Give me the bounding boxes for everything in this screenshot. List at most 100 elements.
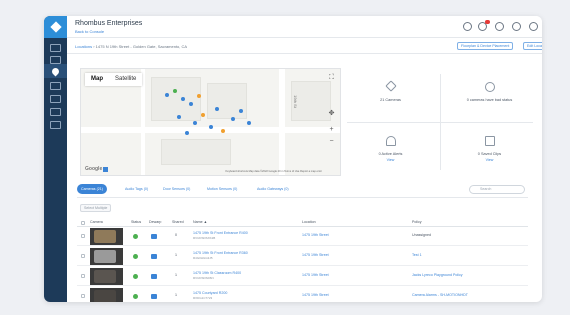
status-ok-icon: [133, 294, 138, 299]
table-row[interactable]: 0 1475 19th St Front Entrance R400 RVUDS…: [77, 227, 528, 246]
camera-thumbnail[interactable]: [90, 228, 123, 245]
search-input[interactable]: Search: [469, 185, 525, 194]
search-icon[interactable]: [463, 22, 472, 31]
view-alerts-link[interactable]: View: [341, 158, 440, 162]
stat-label: 0 Active Alerts: [378, 152, 403, 156]
camera-thumbnail[interactable]: [90, 268, 123, 285]
access-icon[interactable]: [50, 108, 61, 116]
camera-policy-link[interactable]: Jacks Lyreco Playground Policy: [412, 273, 463, 277]
table-row[interactable]: 1 1475 19th St Front Entrance R360 R4G0H…: [77, 247, 528, 266]
dashboard-icon[interactable]: [50, 44, 61, 52]
column-policy[interactable]: Policy: [412, 220, 422, 224]
map-person-icon[interactable]: [103, 167, 108, 172]
camera-location-link[interactable]: 1475 19th Street: [302, 293, 329, 297]
dewarp-icon[interactable]: [151, 234, 157, 239]
column-shared[interactable]: Shared: [172, 220, 184, 224]
dewarp-icon[interactable]: [151, 294, 157, 299]
diamond-icon: [385, 80, 397, 92]
camera-name-link[interactable]: 1475 Courtyard R200: [193, 291, 227, 295]
stat-label: 0 cameras have bad status: [466, 98, 513, 102]
camera-marker[interactable]: [201, 113, 205, 117]
view-clips-link[interactable]: View: [440, 158, 539, 162]
tab-cameras[interactable]: Cameras (21): [77, 184, 107, 194]
rhombus-logo[interactable]: [44, 16, 67, 38]
select-all-checkbox[interactable]: [81, 221, 85, 225]
dewarp-icon[interactable]: [151, 274, 157, 279]
org-title: Rhombus Enterprises: [75, 20, 143, 27]
camera-marker[interactable]: [185, 131, 189, 135]
camera-marker[interactable]: [181, 97, 185, 101]
camera-location-link[interactable]: 1475 19th Street: [302, 233, 329, 237]
camera-marker[interactable]: [247, 121, 251, 125]
breadcrumb-locations-link[interactable]: Locations: [75, 44, 92, 49]
bell-icon[interactable]: [478, 20, 490, 31]
zoom-out-button[interactable]: −: [327, 137, 336, 146]
breadcrumb: Locations › 1475 N 19th Street - Golden …: [75, 44, 187, 49]
camera-marker[interactable]: [209, 125, 213, 129]
table-row[interactable]: 1 1475 19th St Classroom R400 RVUDSDSD6N…: [77, 267, 528, 286]
camera-marker[interactable]: [215, 107, 219, 111]
reports-icon[interactable]: [50, 95, 61, 103]
camera-marker[interactable]: [177, 115, 181, 119]
camera-name-link[interactable]: 1475 19th St Front Entrance R400: [193, 231, 248, 235]
table-row[interactable]: 1 1475 Courtyard R200 RXDG1C7723 1475 19…: [77, 287, 528, 302]
user-avatar-icon[interactable]: [529, 22, 538, 31]
column-status[interactable]: Status: [131, 220, 141, 224]
camera-marker[interactable]: [197, 94, 201, 98]
map-building: [151, 77, 201, 121]
support-icon[interactable]: [512, 22, 521, 31]
camera-marker[interactable]: [231, 117, 235, 121]
tab-motion-sensors[interactable]: Motion Sensors (0): [207, 184, 237, 194]
devices-icon[interactable]: [50, 82, 61, 90]
dewarp-icon[interactable]: [151, 254, 157, 259]
floorplan-button[interactable]: Floorplan & Device Placement: [457, 42, 514, 50]
help-icon[interactable]: [495, 22, 504, 31]
camera-thumbnail[interactable]: [90, 248, 123, 265]
top-bar: Rhombus Enterprises Back to Console: [67, 16, 542, 38]
camera-policy-link[interactable]: Test 1: [412, 253, 422, 257]
tab-audio-gateways[interactable]: Audio Gateways (0): [257, 184, 289, 194]
row-checkbox[interactable]: [81, 234, 85, 238]
column-dewarp[interactable]: Dewarp: [149, 220, 161, 224]
camera-location-link[interactable]: 1475 19th Street: [302, 273, 329, 277]
google-logo: Google: [85, 166, 103, 172]
camera-marker[interactable]: [173, 89, 177, 93]
zoom-in-button[interactable]: +: [327, 125, 336, 134]
camera-name-link[interactable]: 1475 19th St Front Entrance R360: [193, 251, 248, 255]
row-checkbox[interactable]: [81, 274, 85, 278]
camera-policy-link[interactable]: Camera Alarms - SH-MOTIONHDT: [412, 293, 468, 297]
tab-door-sensors[interactable]: Door Sensors (0): [163, 184, 190, 194]
row-checkbox[interactable]: [81, 294, 85, 298]
thumbnail-image: [94, 230, 116, 243]
back-to-console-link[interactable]: Back to Console: [75, 29, 104, 34]
fullscreen-icon[interactable]: ⛶: [327, 73, 336, 82]
check-circle-icon: [485, 82, 495, 92]
camera-serial: R4G0HGG3J5: [193, 256, 213, 260]
column-name[interactable]: Name ▲: [193, 220, 207, 224]
location-map[interactable]: Map Satellite ⛶ ✥ + − 19th St Google Key…: [80, 68, 341, 176]
satellite-view-button[interactable]: Satellite: [109, 73, 142, 86]
select-multiple-button[interactable]: Select Multiple: [80, 204, 112, 212]
camera-marker[interactable]: [221, 129, 225, 133]
camera-name-link[interactable]: 1475 19th St Classroom R400: [193, 271, 241, 275]
video-icon[interactable]: [50, 56, 61, 64]
tab-audio-tags[interactable]: Audio Tags (0): [125, 184, 148, 194]
move-icon[interactable]: ✥: [327, 109, 336, 118]
camera-marker[interactable]: [239, 109, 243, 113]
column-location[interactable]: Location: [302, 220, 316, 224]
column-camera[interactable]: Camera: [90, 220, 103, 224]
camera-marker[interactable]: [193, 121, 197, 125]
tabs-divider: [77, 197, 528, 198]
camera-thumbnail[interactable]: [90, 288, 123, 302]
status-ok-icon: [133, 254, 138, 259]
settings-icon[interactable]: [50, 121, 61, 129]
edit-location-button[interactable]: Edit Location: [523, 42, 542, 50]
camera-marker[interactable]: [189, 102, 193, 106]
camera-location-link[interactable]: 1475 19th Street: [302, 253, 329, 257]
row-checkbox[interactable]: [81, 254, 85, 258]
table-header: Camera Status Dewarp Shared Name ▲ Locat…: [77, 220, 528, 227]
map-view-button[interactable]: Map: [85, 73, 109, 86]
device-tabs: Cameras (21) Audio Tags (0) Door Sensors…: [77, 184, 517, 196]
status-ok-icon: [133, 234, 138, 239]
camera-marker[interactable]: [165, 93, 169, 97]
